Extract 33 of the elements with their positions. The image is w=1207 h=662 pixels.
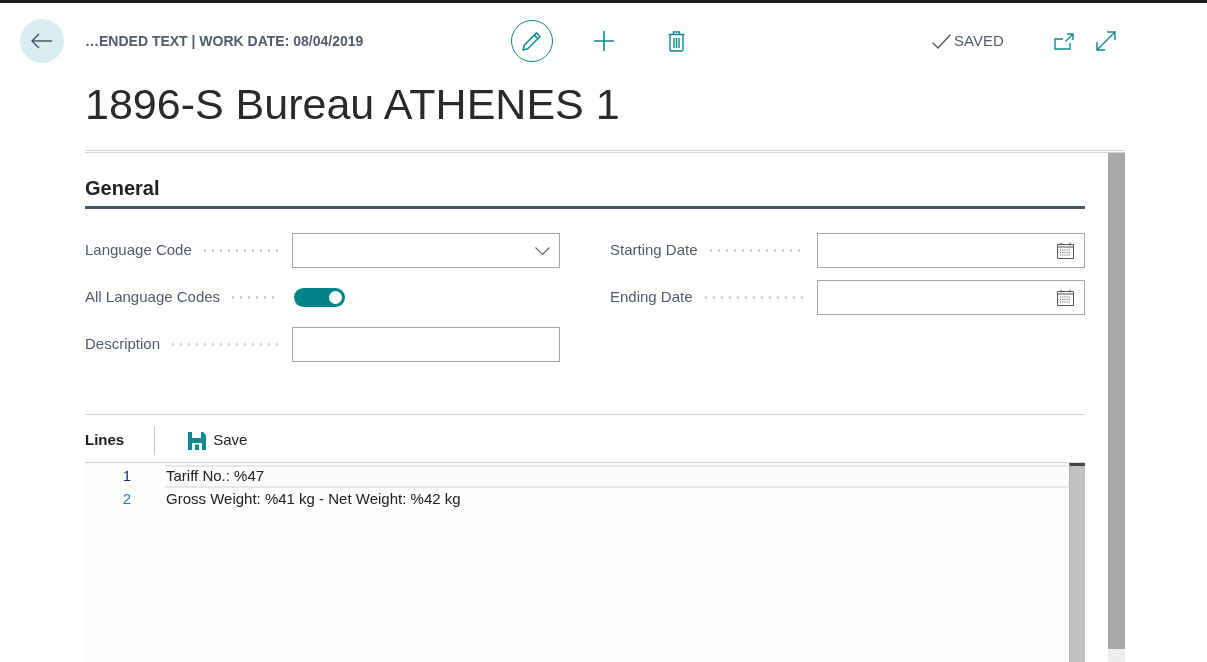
section-heading: General [85,176,160,201]
checkmark-icon [932,33,951,49]
line-number: 1 [122,466,131,487]
calendar-icon [1056,241,1075,260]
pencil-icon [522,31,542,51]
trash-icon[interactable] [668,30,685,52]
dropdown-field[interactable] [292,233,560,268]
line-text: Gross Weight: %41 kg - Net Weight: %42 kg [165,489,462,510]
save-status: SAVED [954,30,1004,51]
scrollbar[interactable] [1108,153,1125,662]
calendar-icon [1056,288,1075,307]
arrow-left-icon [31,33,53,49]
plus-icon[interactable] [594,31,614,51]
date-field[interactable] [817,233,1085,268]
field-label: Language Code [85,240,192,261]
line-text: Tariff No.: %47 [165,465,1069,488]
page-title: 1896-S Bureau ATHENES 1 [85,79,620,130]
breadcrumb: …ENDED TEXT | WORK DATE: 08/04/2019 [85,33,364,49]
open-in-new-window-icon[interactable] [1053,32,1074,50]
line-number: 2 [122,489,131,510]
field-label: All Language Codes [85,287,221,308]
field-label: Starting Date [610,240,698,261]
date-field[interactable] [817,280,1085,315]
text-field[interactable] [292,327,560,362]
toggle-switch[interactable] [294,288,345,307]
field-label: Ending Date [610,287,693,308]
save-button[interactable]: Save [188,424,248,457]
back-button[interactable] [20,19,64,63]
section-heading: Lines [85,430,125,451]
scrollbar[interactable] [1069,463,1085,662]
chevron-down-icon [535,246,550,255]
expand-icon[interactable] [1095,31,1116,51]
field-label: Description [85,334,161,355]
